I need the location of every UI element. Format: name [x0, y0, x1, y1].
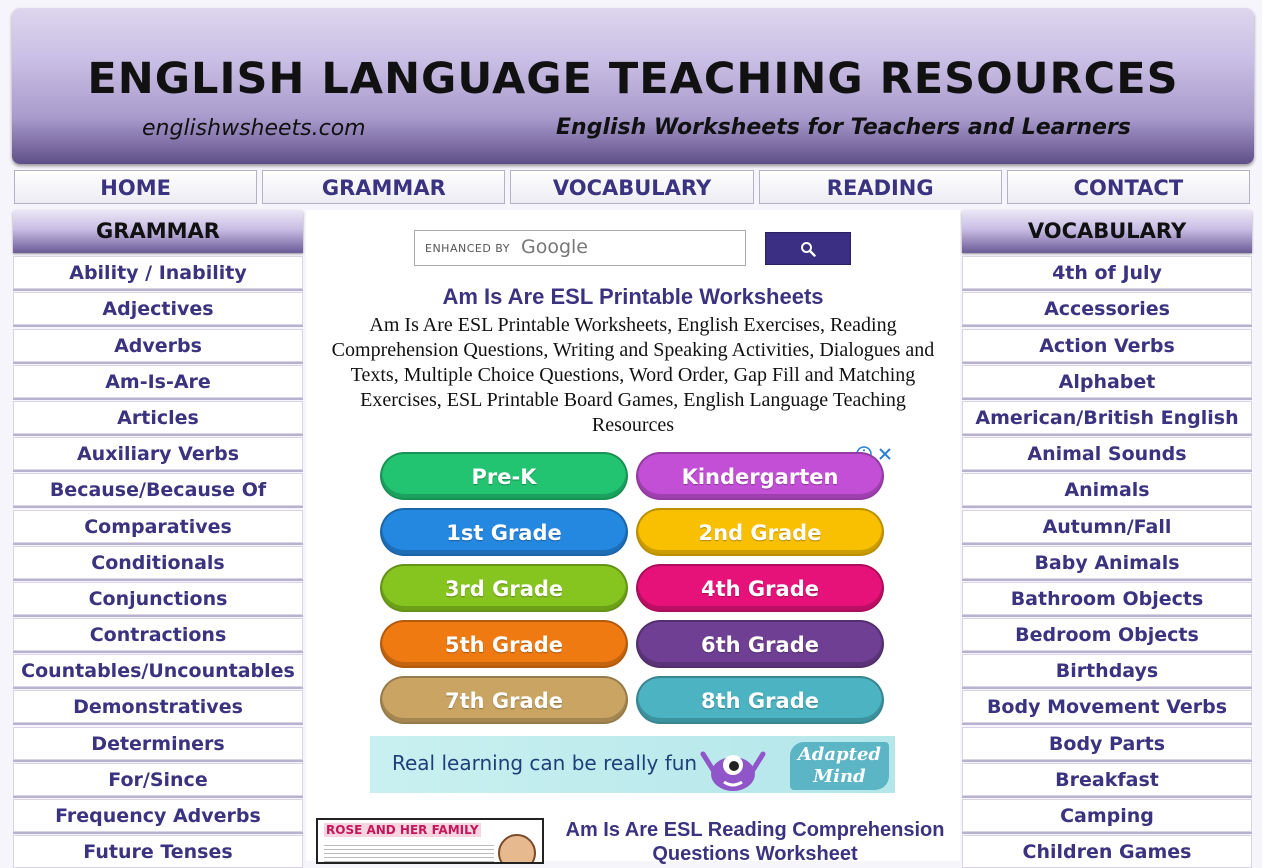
thumbnail-title: ROSE AND HER FAMILY [324, 823, 481, 837]
grade-button-1st[interactable]: 1st Grade [380, 508, 628, 556]
sidebar-item-auxiliary-verbs[interactable]: Auxiliary Verbs [13, 437, 303, 471]
sidebar-item-adjectives[interactable]: Adjectives [13, 292, 303, 326]
page-description: Am Is Are ESL Printable Worksheets, Engl… [331, 314, 935, 436]
vocabulary-sidebar: VOCABULARY 4th of July Accessories Actio… [962, 210, 1252, 868]
sidebar-item-american-british[interactable]: American/British English [962, 400, 1252, 434]
grammar-sidebar: GRAMMAR Ability / Inability Adjectives A… [13, 210, 303, 868]
thumbnail-avatar [498, 834, 536, 862]
nav-reading[interactable]: READING [758, 170, 1002, 204]
sidebar-item-demonstratives[interactable]: Demonstratives [13, 690, 303, 724]
sidebar-item-bedroom-objects[interactable]: Bedroom Objects [962, 618, 1252, 652]
sidebar-item-alphabet[interactable]: Alphabet [962, 364, 1252, 398]
search-icon [801, 241, 816, 257]
site-domain: englishwsheets.com [142, 116, 366, 141]
grammar-sidebar-heading: GRAMMAR [13, 210, 303, 253]
sidebar-item-determiners[interactable]: Determiners [13, 726, 303, 760]
sidebar-item-body-movement-verbs[interactable]: Body Movement Verbs [962, 690, 1252, 724]
banner-logo-bottom: Mind [813, 766, 866, 787]
grade-button-pre-k[interactable]: Pre-K [380, 452, 628, 500]
search-input[interactable]: ENHANCED BY Google [414, 230, 746, 266]
search-enhanced-label: ENHANCED BY [425, 242, 510, 255]
sidebar-item-baby-animals[interactable]: Baby Animals [962, 545, 1252, 579]
nav-contact[interactable]: CONTACT [1006, 170, 1251, 204]
article-link[interactable]: Am Is Are ESL Reading Comprehension Ques… [550, 818, 960, 866]
sidebar-item-body-parts[interactable]: Body Parts [962, 726, 1252, 760]
page-title: Am Is Are ESL Printable Worksheets [442, 284, 824, 309]
grade-button-8th[interactable]: 8th Grade [636, 676, 884, 724]
grade-button-2nd[interactable]: 2nd Grade [636, 508, 884, 556]
main-content: ENHANCED BY Google Am Is Are ESL Printab… [306, 210, 960, 865]
monster-icon [700, 751, 766, 791]
sidebar-item-animal-sounds[interactable]: Animal Sounds [962, 437, 1252, 471]
vocabulary-sidebar-heading: VOCABULARY [962, 210, 1252, 253]
sidebar-item-children-games[interactable]: Children Games [962, 835, 1252, 868]
sidebar-item-autumn-fall[interactable]: Autumn/Fall [962, 509, 1252, 543]
grade-button-4th[interactable]: 4th Grade [636, 564, 884, 612]
sidebar-item-breakfast[interactable]: Breakfast [962, 762, 1252, 796]
sidebar-item-frequency-adverbs[interactable]: Frequency Adverbs [13, 799, 303, 832]
sidebar-item-4th-of-july[interactable]: 4th of July [962, 256, 1252, 290]
sidebar-item-conditionals[interactable]: Conditionals [13, 545, 303, 579]
nav-home[interactable]: HOME [14, 170, 258, 204]
sidebar-item-adverbs[interactable]: Adverbs [13, 328, 303, 362]
grade-ad: Pre-K Kindergarten 1st Grade 2nd Grade 3… [380, 446, 894, 730]
thumbnail-text-lines [324, 842, 494, 862]
grade-button-5th[interactable]: 5th Grade [380, 620, 628, 668]
search-button[interactable] [765, 232, 851, 265]
sidebar-item-animals[interactable]: Animals [962, 473, 1252, 507]
nav-vocabulary[interactable]: VOCABULARY [510, 170, 754, 204]
sidebar-item-future-tenses[interactable]: Future Tenses [13, 835, 303, 868]
site-header: ENGLISH LANGUAGE TEACHING RESOURCES engl… [12, 8, 1254, 164]
sidebar-item-action-verbs[interactable]: Action Verbs [962, 328, 1252, 362]
article-thumbnail[interactable]: ROSE AND HER FAMILY [316, 818, 544, 864]
sidebar-item-bathroom-objects[interactable]: Bathroom Objects [962, 581, 1252, 615]
sidebar-item-for-since[interactable]: For/Since [13, 762, 303, 796]
grade-button-kindergarten[interactable]: Kindergarten [636, 452, 884, 500]
close-icon[interactable] [878, 447, 892, 461]
sidebar-item-contractions[interactable]: Contractions [13, 618, 303, 652]
site-tagline: English Worksheets for Teachers and Lear… [556, 115, 1131, 140]
grade-button-7th[interactable]: 7th Grade [380, 676, 628, 724]
sidebar-item-comparatives[interactable]: Comparatives [13, 509, 303, 543]
banner-text: Real learning can be really fun [392, 751, 698, 775]
grade-button-6th[interactable]: 6th Grade [636, 620, 884, 668]
banner-logo-top: Adapted [797, 744, 881, 765]
main-nav: HOME GRAMMAR VOCABULARY READING CONTACT [14, 170, 1251, 204]
grade-button-3rd[interactable]: 3rd Grade [380, 564, 628, 612]
sidebar-item-birthdays[interactable]: Birthdays [962, 654, 1252, 688]
sidebar-item-accessories[interactable]: Accessories [962, 292, 1252, 326]
sidebar-item-ability[interactable]: Ability / Inability [13, 256, 303, 290]
sidebar-item-camping[interactable]: Camping [962, 799, 1252, 832]
sidebar-item-articles[interactable]: Articles [13, 400, 303, 434]
sidebar-item-conjunctions[interactable]: Conjunctions [13, 581, 303, 615]
adaptedmind-logo: Adapted Mind [789, 742, 889, 790]
sidebar-item-countables[interactable]: Countables/Uncountables [13, 654, 303, 688]
site-title: ENGLISH LANGUAGE TEACHING RESOURCES [87, 54, 1179, 104]
adaptedmind-banner[interactable]: Real learning can be really fun Adapted … [370, 736, 895, 793]
google-logo: Google [521, 236, 589, 258]
nav-grammar[interactable]: GRAMMAR [262, 170, 506, 204]
sidebar-item-am-is-are[interactable]: Am-Is-Are [13, 364, 303, 398]
sidebar-item-because[interactable]: Because/Because Of [13, 473, 303, 507]
